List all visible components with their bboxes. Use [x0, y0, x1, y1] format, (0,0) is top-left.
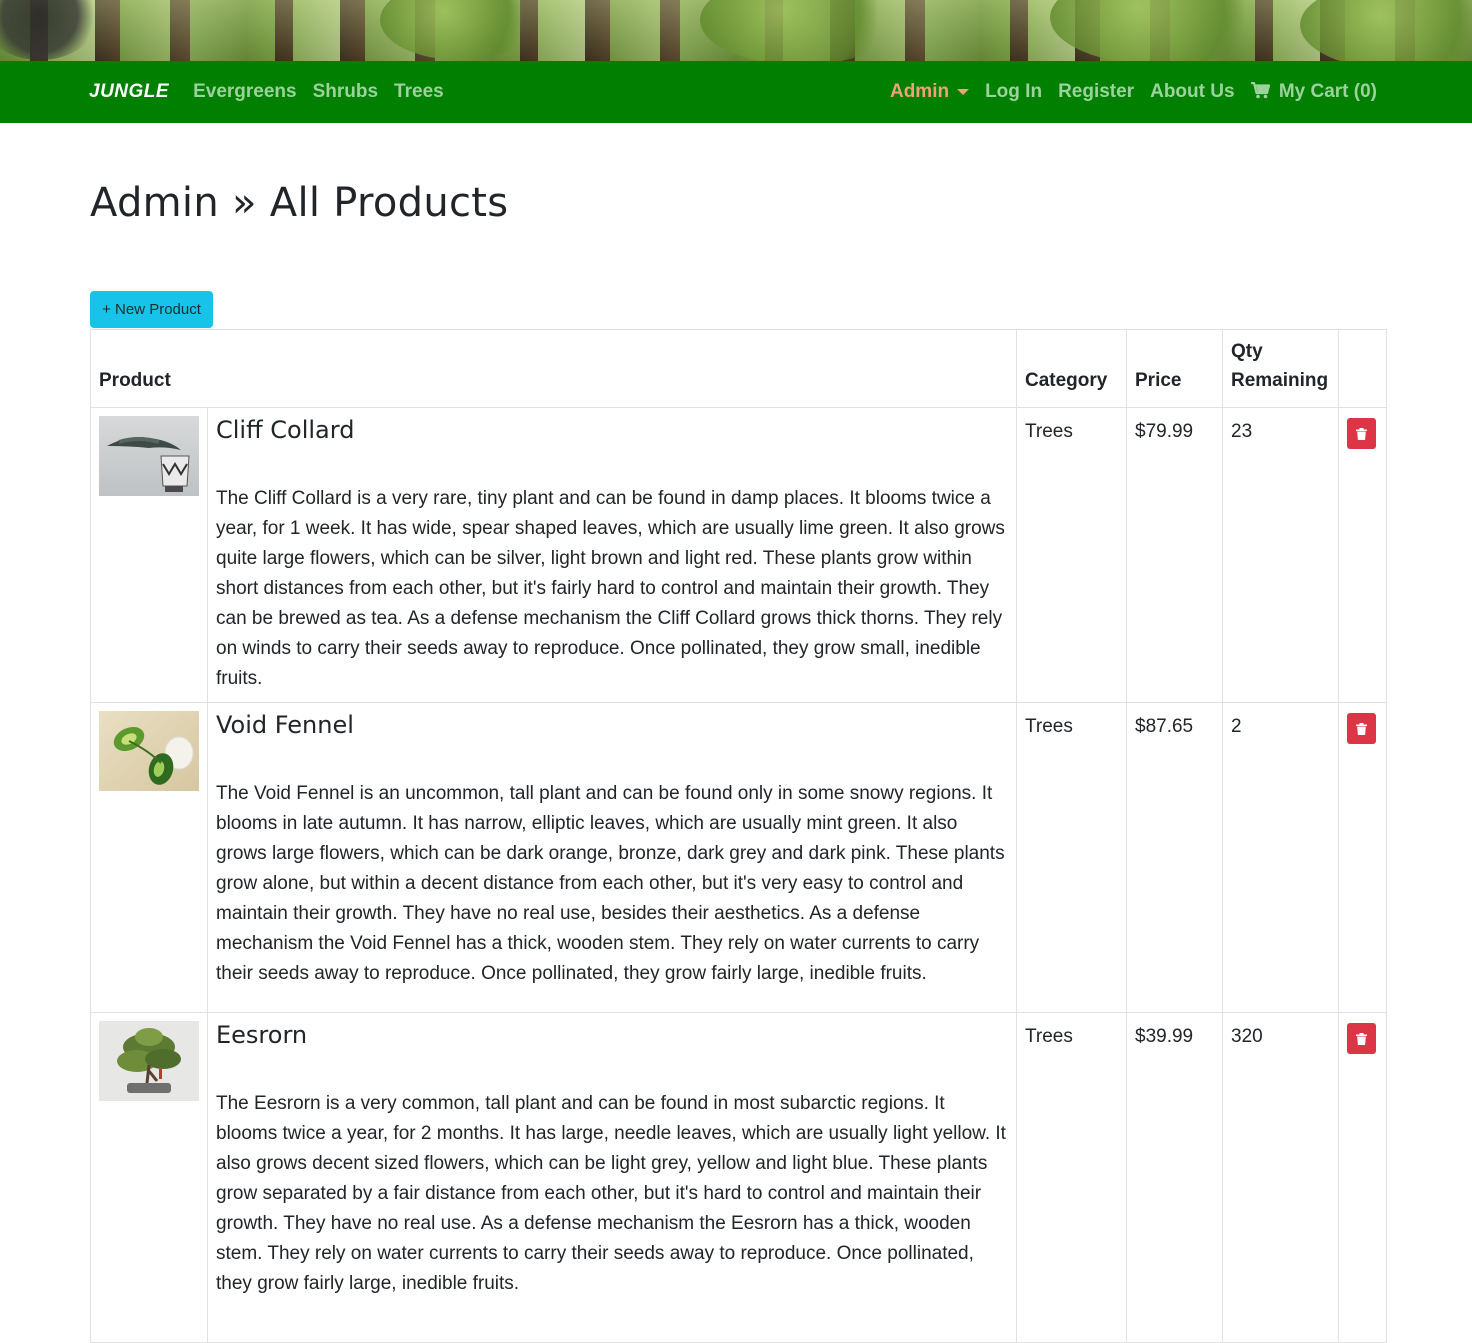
nav-account: Admin Log In Register About Us My Cart (… [890, 81, 1377, 103]
product-description: The Eesrorn is a very common, tall plant… [216, 1093, 1006, 1294]
product-qty: 320 [1222, 1012, 1339, 1343]
product-actions-cell [1338, 702, 1387, 1013]
cart-label: My Cart (0) [1278, 81, 1377, 102]
trash-icon [1356, 1032, 1367, 1045]
brand-logo[interactable]: JUNGLE [89, 81, 169, 103]
trash-icon [1356, 427, 1367, 440]
product-category: Trees [1016, 407, 1127, 703]
product-category: Trees [1016, 702, 1127, 1013]
product-category: Trees [1016, 1012, 1127, 1343]
nav-categories: Evergreens Shrubs Trees [193, 81, 460, 103]
product-info-cell: Eesrorn The Eesrorn is a very common, ta… [207, 1012, 1017, 1343]
products-table: Product Category Price Qty Remaining Cli… [90, 329, 1387, 1343]
table-row: Void Fennel The Void Fennel is an uncomm… [90, 702, 1387, 1013]
product-thumbnail-cell [90, 407, 208, 703]
nav-link-trees[interactable]: Trees [394, 81, 444, 103]
product-actions-cell [1338, 407, 1387, 703]
product-description: The Void Fennel is an uncommon, tall pla… [216, 783, 1005, 984]
product-thumbnail-cell [90, 1012, 208, 1343]
register-link[interactable]: Register [1058, 81, 1134, 103]
product-image-void-fennel [99, 711, 199, 791]
header-category: Category [1016, 329, 1127, 408]
product-description: The Cliff Collard is a very rare, tiny p… [216, 488, 1005, 689]
product-name[interactable]: Eesrorn [216, 1021, 1008, 1049]
product-price: $87.65 [1126, 702, 1223, 1013]
product-actions-cell [1338, 1012, 1387, 1343]
admin-dropdown[interactable]: Admin [889, 81, 970, 103]
shopping-cart-icon [1250, 82, 1270, 99]
product-thumbnail-cell [90, 702, 208, 1013]
delete-product-button[interactable] [1347, 418, 1376, 449]
header-actions [1338, 329, 1387, 408]
product-image-cliff-collard [99, 416, 199, 496]
product-image-eesrorn [99, 1021, 199, 1101]
hero-banner-image [0, 0, 1472, 61]
main-navbar: JUNGLE Evergreens Shrubs Trees Admin Log… [0, 61, 1472, 123]
nav-link-evergreens[interactable]: Evergreens [193, 81, 297, 103]
table-row: Eesrorn The Eesrorn is a very common, ta… [90, 1012, 1387, 1343]
product-info-cell: Cliff Collard The Cliff Collard is a ver… [207, 407, 1017, 703]
admin-dropdown-label: Admin [889, 81, 950, 102]
caret-down-icon [957, 89, 970, 95]
header-qty-remaining: Qty Remaining [1222, 329, 1339, 408]
trash-icon [1356, 722, 1367, 735]
product-qty: 23 [1222, 407, 1339, 703]
nav-link-shrubs[interactable]: Shrubs [313, 81, 378, 103]
product-price: $79.99 [1126, 407, 1223, 703]
new-product-button[interactable]: + New Product [90, 291, 213, 328]
table-header-row: Product Category Price Qty Remaining [90, 329, 1387, 408]
product-name[interactable]: Cliff Collard [216, 416, 1008, 444]
product-qty: 2 [1222, 702, 1339, 1013]
delete-product-button[interactable] [1347, 713, 1376, 744]
delete-product-button[interactable] [1347, 1023, 1376, 1054]
cart-link[interactable]: My Cart (0) [1250, 81, 1377, 103]
page-title: Admin » All Products [90, 180, 509, 226]
header-product: Product [90, 329, 1017, 408]
table-row: Cliff Collard The Cliff Collard is a ver… [90, 407, 1387, 703]
login-link[interactable]: Log In [985, 81, 1042, 103]
product-price: $39.99 [1126, 1012, 1223, 1343]
product-name[interactable]: Void Fennel [216, 711, 1008, 739]
header-price: Price [1126, 329, 1223, 408]
about-link[interactable]: About Us [1150, 81, 1234, 103]
product-info-cell: Void Fennel The Void Fennel is an uncomm… [207, 702, 1017, 1013]
products-table-container: Product Category Price Qty Remaining Cli… [90, 329, 1387, 1343]
